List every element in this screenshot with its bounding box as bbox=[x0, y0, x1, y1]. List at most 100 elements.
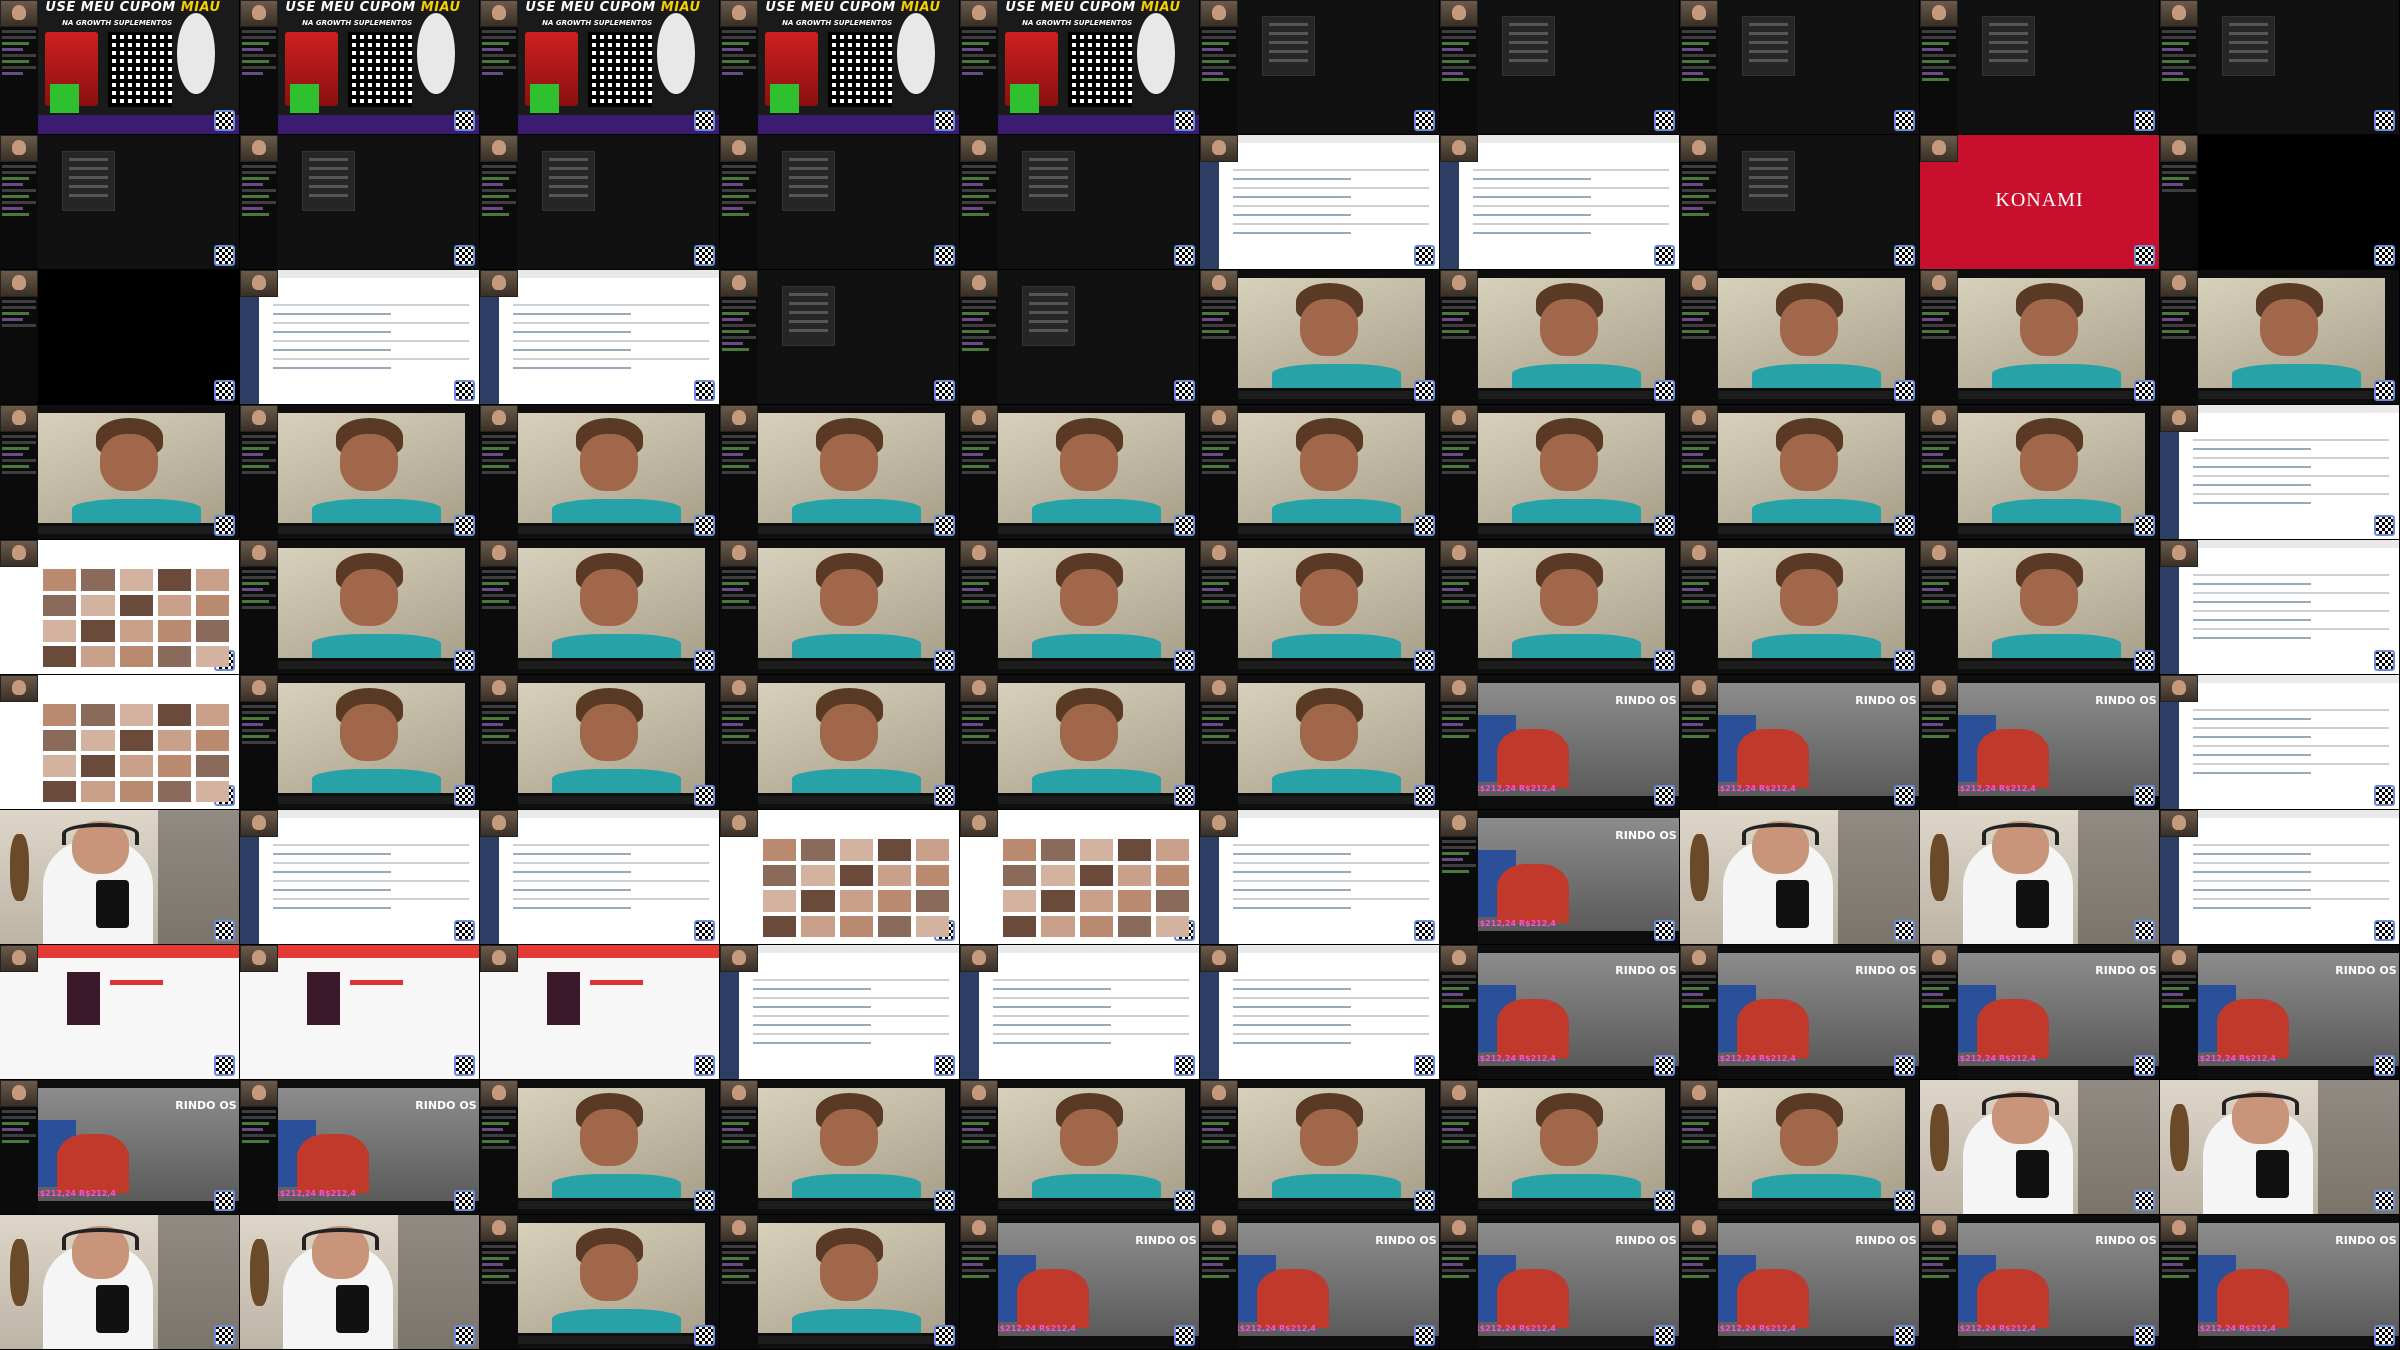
video-controls[interactable] bbox=[1228, 390, 1425, 399]
thumbnail-imgs[interactable] bbox=[0, 675, 240, 810]
thumbnail-ad[interactable]: USE MEU CUPOM MIAU NA GROWTH SUPLEMENTOS bbox=[480, 0, 720, 135]
image-result[interactable] bbox=[915, 915, 950, 938]
image-result[interactable] bbox=[915, 864, 950, 887]
video-controls[interactable] bbox=[748, 1335, 945, 1344]
image-result[interactable] bbox=[877, 915, 912, 938]
image-result[interactable] bbox=[915, 839, 950, 861]
thumbnail-ad[interactable]: USE MEU CUPOM MIAU NA GROWTH SUPLEMENTOS bbox=[240, 0, 480, 135]
buy-button[interactable] bbox=[109, 979, 163, 986]
video-controls[interactable] bbox=[1708, 1200, 1905, 1209]
video-controls[interactable] bbox=[268, 525, 465, 534]
thumbnail-room[interactable]: RINDO OS R$212,24 R$212,4 bbox=[1440, 675, 1680, 810]
image-result[interactable] bbox=[1117, 839, 1152, 861]
image-result[interactable] bbox=[1079, 864, 1113, 887]
video-controls[interactable] bbox=[1228, 660, 1425, 669]
thumbnail-dark[interactable] bbox=[240, 135, 480, 270]
image-result[interactable] bbox=[195, 620, 230, 642]
image-result[interactable] bbox=[119, 780, 153, 803]
video-controls[interactable] bbox=[1708, 660, 1905, 669]
image-result[interactable] bbox=[81, 594, 115, 617]
image-result[interactable] bbox=[763, 915, 797, 938]
image-result[interactable] bbox=[1003, 864, 1037, 887]
image-result[interactable] bbox=[157, 620, 192, 642]
image-result[interactable] bbox=[839, 864, 873, 887]
video-controls[interactable] bbox=[748, 525, 945, 534]
image-result[interactable] bbox=[195, 780, 230, 803]
video-controls[interactable] bbox=[508, 1335, 705, 1344]
image-result[interactable] bbox=[1041, 864, 1075, 887]
thumbnail-facecam[interactable] bbox=[480, 540, 720, 675]
thumbnail-facecam[interactable] bbox=[1680, 405, 1920, 540]
thumbnail-realcam[interactable] bbox=[0, 1215, 240, 1350]
thumbnail-room[interactable]: RINDO OS R$212,24 R$212,4 bbox=[1680, 1215, 1920, 1350]
image-result[interactable] bbox=[119, 729, 153, 752]
thumbnail-room[interactable]: RINDO OS R$212,24 R$212,4 bbox=[1680, 675, 1920, 810]
video-controls[interactable] bbox=[988, 795, 1185, 804]
image-result[interactable] bbox=[157, 755, 192, 777]
thumbnail-facecam[interactable] bbox=[1440, 405, 1680, 540]
thumbnail-facecam[interactable] bbox=[1920, 405, 2160, 540]
image-result[interactable] bbox=[81, 620, 115, 642]
video-controls[interactable] bbox=[1708, 525, 1905, 534]
image-result[interactable] bbox=[1155, 839, 1190, 861]
image-result[interactable] bbox=[119, 569, 153, 591]
video-controls[interactable] bbox=[508, 795, 705, 804]
video-controls[interactable] bbox=[748, 1200, 945, 1209]
image-result[interactable] bbox=[157, 780, 192, 803]
thumbnail-facecam[interactable] bbox=[240, 540, 480, 675]
thumbnail-facecam[interactable] bbox=[480, 1215, 720, 1350]
video-controls[interactable] bbox=[1468, 525, 1665, 534]
thumbnail-store[interactable] bbox=[480, 945, 720, 1080]
image-result[interactable] bbox=[877, 864, 912, 887]
image-result[interactable] bbox=[119, 755, 153, 777]
image-result[interactable] bbox=[1079, 839, 1113, 861]
thumbnail-web[interactable] bbox=[2160, 810, 2400, 945]
thumbnail-realcam[interactable] bbox=[240, 1215, 480, 1350]
thumbnail-store[interactable] bbox=[0, 945, 240, 1080]
video-controls[interactable] bbox=[508, 1200, 705, 1209]
image-result[interactable] bbox=[81, 729, 115, 752]
image-result[interactable] bbox=[43, 645, 77, 668]
thumbnail-web[interactable] bbox=[240, 270, 480, 405]
thumbnail-imgs[interactable] bbox=[0, 540, 240, 675]
image-result[interactable] bbox=[1041, 915, 1075, 938]
thumbnail-facecam[interactable] bbox=[2160, 270, 2400, 405]
thumbnail-store[interactable] bbox=[240, 945, 480, 1080]
image-result[interactable] bbox=[839, 890, 873, 912]
thumbnail-web[interactable] bbox=[1200, 945, 1440, 1080]
image-result[interactable] bbox=[763, 839, 797, 861]
image-result[interactable] bbox=[157, 729, 192, 752]
thumbnail-room[interactable]: RINDO OS R$212,24 R$212,4 bbox=[1920, 675, 2160, 810]
thumbnail-facecam[interactable] bbox=[720, 405, 960, 540]
video-controls[interactable] bbox=[1228, 1200, 1425, 1209]
thumbnail-facecam[interactable] bbox=[240, 675, 480, 810]
thumbnail-facecam[interactable] bbox=[720, 675, 960, 810]
image-result[interactable] bbox=[839, 915, 873, 938]
image-result[interactable] bbox=[877, 890, 912, 912]
video-controls[interactable] bbox=[508, 525, 705, 534]
thumbnail-ad[interactable]: USE MEU CUPOM MIAU NA GROWTH SUPLEMENTOS bbox=[960, 0, 1200, 135]
video-controls[interactable] bbox=[1948, 390, 2145, 399]
video-controls[interactable] bbox=[748, 795, 945, 804]
thumbnail-dark[interactable] bbox=[480, 135, 720, 270]
thumbnail-room[interactable]: RINDO OS R$212,24 R$212,4 bbox=[2160, 1215, 2400, 1350]
thumbnail-dark[interactable] bbox=[960, 270, 1200, 405]
video-controls[interactable] bbox=[748, 660, 945, 669]
image-result[interactable] bbox=[915, 890, 950, 912]
thumbnail-realcam[interactable] bbox=[0, 810, 240, 945]
thumbnail-facecam[interactable] bbox=[0, 405, 240, 540]
thumbnail-facecam[interactable] bbox=[480, 1080, 720, 1215]
thumbnail-facecam[interactable] bbox=[960, 540, 1200, 675]
image-result[interactable] bbox=[801, 915, 835, 938]
thumbnail-web[interactable] bbox=[2160, 675, 2400, 810]
thumbnail-dark[interactable] bbox=[1920, 0, 2160, 135]
image-result[interactable] bbox=[81, 780, 115, 803]
thumbnail-room[interactable]: RINDO OS R$212,24 R$212,4 bbox=[1440, 945, 1680, 1080]
thumbnail-facecam[interactable] bbox=[720, 540, 960, 675]
thumbnail-web[interactable] bbox=[720, 945, 960, 1080]
thumbnail-room[interactable]: RINDO OS R$212,24 R$212,4 bbox=[1200, 1215, 1440, 1350]
thumbnail-imgs[interactable] bbox=[720, 810, 960, 945]
thumbnail-imgs[interactable] bbox=[960, 810, 1200, 945]
image-result[interactable] bbox=[1117, 890, 1152, 912]
thumbnail-facecam[interactable] bbox=[1920, 540, 2160, 675]
